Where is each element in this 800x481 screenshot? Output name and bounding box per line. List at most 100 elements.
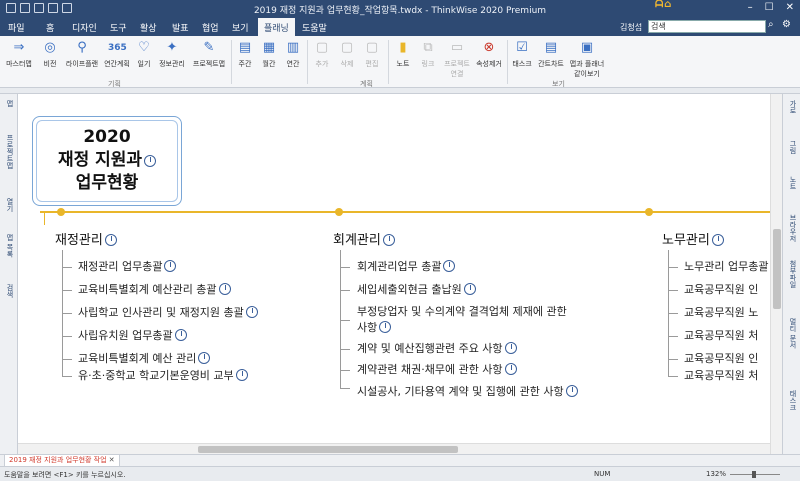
- ribbon-separator: [507, 40, 508, 84]
- target-icon: ◎: [44, 40, 56, 55]
- user-name[interactable]: 김청섭: [620, 22, 642, 33]
- info-button[interactable]: ✦ 정보관리: [156, 40, 188, 69]
- note-icon: ▮: [399, 40, 407, 55]
- topic-item[interactable]: 사립유치원 업무총괄: [78, 328, 187, 344]
- vertical-scrollbar[interactable]: [770, 94, 782, 454]
- right-tab-task[interactable]: 태스크: [786, 390, 798, 411]
- gantt-icon: ▤: [544, 40, 558, 55]
- right-tab-multidoc[interactable]: 멀티 문서: [786, 318, 798, 348]
- topic-item[interactable]: 시설공사, 기타용역 계약 및 집행에 관한 사항: [357, 384, 578, 400]
- topic-item[interactable]: 노무관리 업무총괄: [684, 259, 768, 275]
- map-planner-button[interactable]: ▣ 맵과 플래너 같이보기: [567, 40, 607, 79]
- mindmap-canvas[interactable]: 2020 재정 지원과 업무현황 재정관리 재정관리 업무총괄 교육비특별회계 …: [18, 94, 770, 443]
- note-button[interactable]: ▮ 노트: [392, 40, 414, 69]
- central-line-year: 2020: [83, 127, 131, 147]
- topic-item[interactable]: 교육비특별회계 예산 관리: [78, 351, 211, 367]
- weekly-button[interactable]: ▤ 주간: [234, 40, 256, 69]
- clock-icon: [164, 260, 177, 272]
- left-side-panel: 맵 프로젝트맵 열기 맵 목록 검색: [0, 94, 18, 454]
- topic-item[interactable]: 교육공무직원 처: [684, 368, 758, 384]
- left-tab-project-map[interactable]: 프로젝트맵: [3, 134, 15, 169]
- tab-insert[interactable]: 활상: [140, 21, 157, 34]
- task-button[interactable]: ☑ 태스크: [510, 40, 534, 69]
- num-lock-indicator: NUM: [594, 470, 611, 478]
- tab-file[interactable]: 파일: [8, 21, 25, 34]
- branch-accounting[interactable]: 회계관리: [333, 229, 395, 248]
- minimize-icon[interactable]: –: [748, 2, 753, 13]
- topic-item[interactable]: 계약관련 채권·채무에 관한 사항: [357, 362, 517, 378]
- right-side-panel: 가로 그림 노트 브라우저 첨부파일 멀티 문서 태스크: [782, 94, 800, 454]
- item-connector: [340, 267, 350, 268]
- central-line-title: 재정 지원과: [37, 149, 177, 172]
- left-tab-search[interactable]: 검색: [3, 284, 15, 298]
- tab-help[interactable]: 도움말: [302, 21, 327, 34]
- clock-icon: [174, 329, 187, 341]
- project-link-button[interactable]: ▭ 프로젝트 연결: [440, 40, 474, 79]
- topic-item[interactable]: 교육공무직원 노: [684, 305, 758, 321]
- tab-planning[interactable]: 플래닝: [258, 18, 295, 36]
- tab-tools[interactable]: 도구: [110, 21, 127, 34]
- left-tab-open[interactable]: 열기: [3, 198, 15, 212]
- vision-button[interactable]: ◎ 비전: [38, 40, 62, 69]
- central-topic[interactable]: 2020 재정 지원과 업무현황: [32, 116, 182, 206]
- monthly-button[interactable]: ▦ 월간: [258, 40, 280, 69]
- right-tab-note[interactable]: 노트: [786, 176, 798, 190]
- tab-home[interactable]: 홈: [46, 21, 54, 34]
- search-input[interactable]: 검색: [648, 20, 766, 33]
- topic-item[interactable]: 세입세출외현금 출납원: [357, 282, 476, 298]
- right-tab-horizontal[interactable]: 가로: [786, 100, 798, 114]
- remove-attr-button[interactable]: ⊗ 속성제거: [474, 40, 504, 69]
- gantt-button[interactable]: ▤ 간트차트: [536, 40, 566, 69]
- tab-view[interactable]: 보기: [232, 21, 249, 34]
- branch-finance[interactable]: 재정관리: [55, 229, 117, 248]
- search-icon[interactable]: ⌕: [768, 19, 774, 30]
- link-button[interactable]: ⧉ 링크: [418, 40, 438, 69]
- branch-labor[interactable]: 노무관리: [662, 229, 724, 248]
- gear-icon[interactable]: ⚙: [782, 19, 791, 30]
- clock-icon: [504, 363, 517, 375]
- year-plan-button[interactable]: 365 연간계획: [102, 40, 132, 69]
- topic-item[interactable]: 교육공무직원 처: [684, 328, 758, 344]
- tab-present[interactable]: 발표: [172, 21, 189, 34]
- tab-collab[interactable]: 협업: [202, 21, 219, 34]
- topic-item[interactable]: 교육비특별회계 예산관리 총괄: [78, 282, 231, 298]
- add-button[interactable]: ▢ 추가: [312, 40, 332, 69]
- topic-item[interactable]: 재정관리 업무총괄: [78, 259, 177, 275]
- branch-node-dot: [335, 208, 343, 216]
- scroll-thumb[interactable]: [198, 446, 458, 453]
- item-connector: [668, 313, 678, 314]
- right-tab-browser[interactable]: 브라우저: [786, 214, 798, 242]
- zoom-slider-handle[interactable]: [752, 471, 756, 478]
- horizontal-scrollbar[interactable]: [18, 443, 770, 454]
- topic-item[interactable]: 교육공무직원 인: [684, 282, 758, 298]
- map-planner-icon: ▣: [580, 40, 594, 55]
- project-map-button[interactable]: ✎ 프로젝트맵: [190, 40, 228, 69]
- clock-icon: [198, 352, 211, 364]
- document-tab-bar: 2019 재정 지원과 업무현황 작업 ✕: [0, 454, 800, 467]
- clock-icon: [379, 321, 392, 333]
- right-tab-attachment[interactable]: 첨부파일: [786, 260, 798, 288]
- diary-button[interactable]: ♡ 일기: [134, 40, 154, 69]
- close-icon[interactable]: ✕: [109, 456, 115, 464]
- close-icon[interactable]: ✕: [786, 2, 794, 13]
- delete-button[interactable]: ▢ 삭제: [337, 40, 357, 69]
- master-map-button[interactable]: ⇒ 마스터맵: [4, 40, 34, 69]
- yearly-button[interactable]: ▥ 연간: [282, 40, 304, 69]
- topic-item[interactable]: 유·초·중학교 학교기본운영비 교부: [78, 368, 248, 384]
- maximize-icon[interactable]: ☐: [765, 2, 774, 13]
- right-tab-image[interactable]: 그림: [786, 140, 798, 154]
- topic-item[interactable]: 회계관리업무 총괄: [357, 259, 456, 275]
- lifeplan-button[interactable]: ⚲ 라이프플랜: [64, 40, 100, 69]
- topic-item[interactable]: 교육공무직원 인: [684, 351, 758, 367]
- item-connector: [340, 370, 350, 371]
- topic-item[interactable]: 부정당업자 및 수의계약 결격업체 제재에 관한 사항: [357, 304, 577, 336]
- left-tab-map-list[interactable]: 맵 목록: [3, 234, 15, 257]
- scroll-thumb[interactable]: [773, 229, 781, 309]
- topic-item[interactable]: 사립학교 인사관리 및 재정지원 총괄: [78, 305, 258, 321]
- edit-button[interactable]: ▢ 편집: [362, 40, 382, 69]
- tab-design[interactable]: 디자인: [72, 21, 97, 34]
- clock-icon: [463, 283, 476, 295]
- left-tab-map[interactable]: 맵: [3, 100, 15, 107]
- item-connector: [668, 267, 678, 268]
- topic-item[interactable]: 계약 및 예산집행관련 주요 사항: [357, 341, 517, 357]
